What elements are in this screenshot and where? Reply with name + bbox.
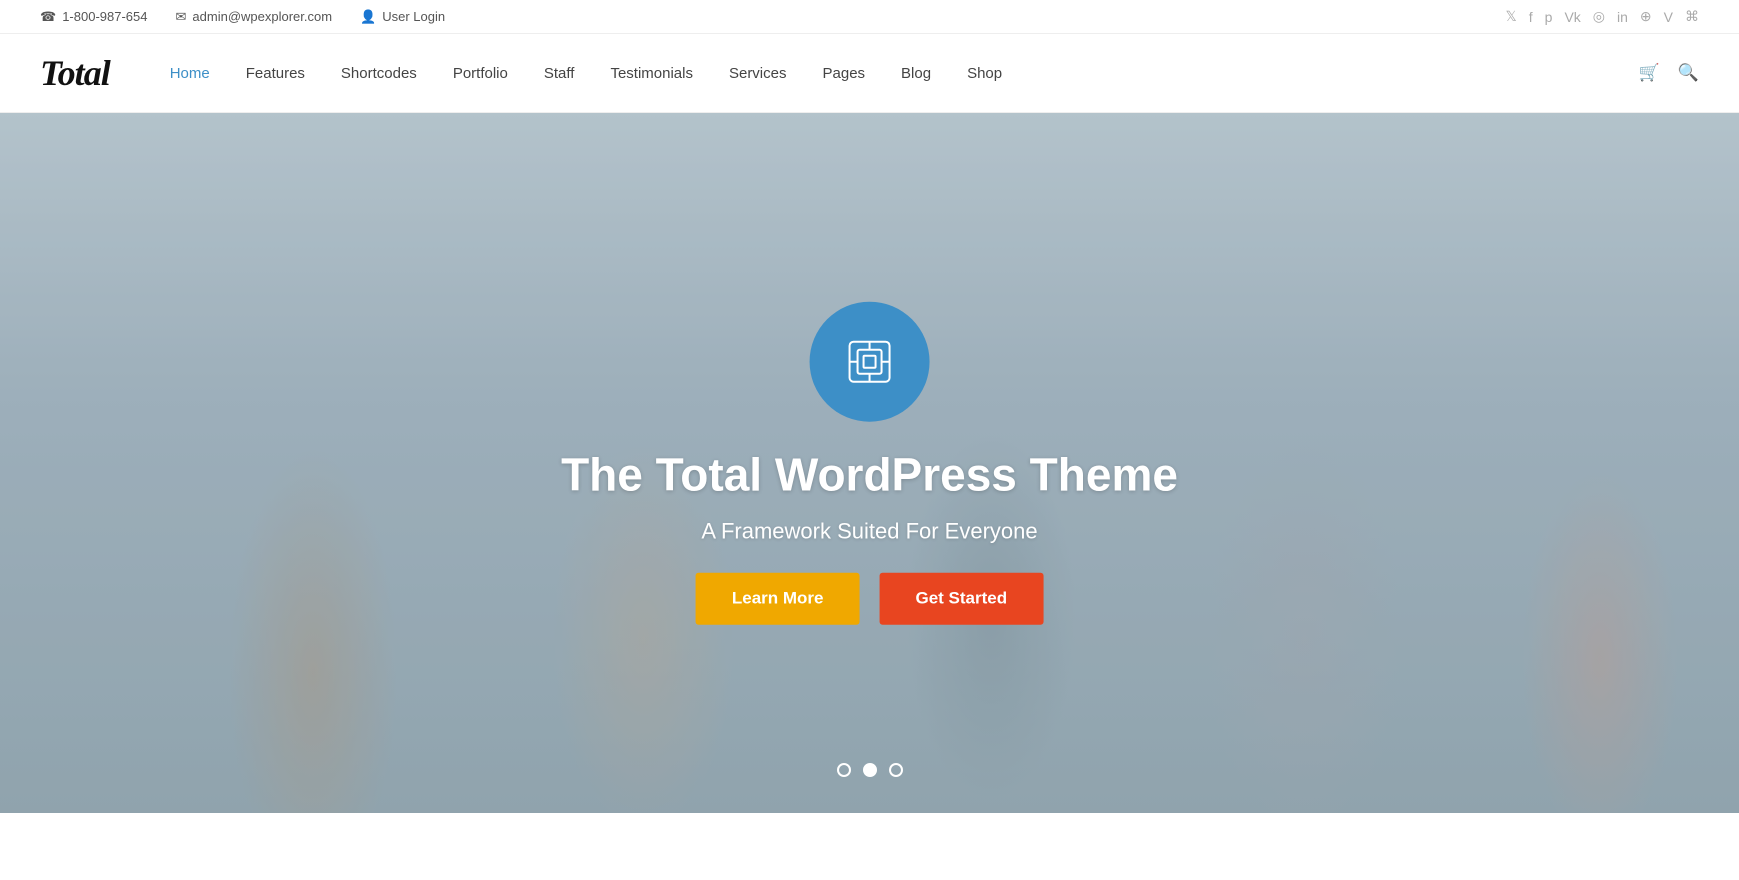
pinterest-icon[interactable]: p [1545,9,1553,25]
vimeo-icon[interactable]: V [1664,9,1673,25]
email-item: ✉ admin@wpexplorer.com [176,9,333,25]
cart-button[interactable]: 🛒 [1639,63,1660,83]
email-icon: ✉ [176,9,187,25]
phone-number: 1-800-987-654 [62,9,147,24]
facebook-icon[interactable]: f [1529,9,1533,25]
nav-portfolio[interactable]: Portfolio [453,65,508,82]
main-header: Total Home Features Shortcodes Portfolio… [0,34,1739,113]
nav-services[interactable]: Services [729,65,787,82]
user-icon: 👤 [360,9,376,25]
nav-utility-icons: 🛒 🔍 [1639,63,1699,83]
social-icons-bar: 𝕏 f p Vk ◎ in ⊕ V ⌘ [1505,8,1699,25]
hero-section: The Total WordPress Theme A Framework Su… [0,113,1739,813]
hero-content: The Total WordPress Theme A Framework Su… [561,302,1178,625]
hero-brand-icon [840,332,900,392]
nav-shortcodes[interactable]: Shortcodes [341,65,417,82]
main-nav: Home Features Shortcodes Portfolio Staff… [170,63,1699,83]
vk-icon[interactable]: Vk [1564,9,1580,25]
nav-shop[interactable]: Shop [967,65,1002,82]
nav-testimonials[interactable]: Testimonials [610,65,693,82]
rss-icon[interactable]: ⌘ [1685,8,1699,25]
hero-buttons: Learn More Get Started [696,572,1043,624]
learn-more-button[interactable]: Learn More [696,572,860,624]
slider-dot-3[interactable] [889,763,903,777]
get-started-button[interactable]: Get Started [880,572,1044,624]
slider-dots [837,763,903,777]
nav-staff[interactable]: Staff [544,65,575,82]
linkedin-icon[interactable]: in [1617,9,1628,25]
phone-icon: ☎ [40,9,56,25]
search-button[interactable]: 🔍 [1678,63,1699,83]
hero-subtitle: A Framework Suited For Everyone [701,518,1037,544]
nav-home[interactable]: Home [170,65,210,82]
top-bar: ☎ 1-800-987-654 ✉ admin@wpexplorer.com 👤… [0,0,1739,34]
top-bar-left: ☎ 1-800-987-654 ✉ admin@wpexplorer.com 👤… [40,9,445,25]
user-login-label: User Login [382,9,445,24]
slider-dot-1[interactable] [837,763,851,777]
hero-title: The Total WordPress Theme [561,450,1178,501]
twitter-icon[interactable]: 𝕏 [1505,8,1516,25]
flickr-icon[interactable]: ⊕ [1640,8,1652,25]
nav-blog[interactable]: Blog [901,65,931,82]
user-login-item[interactable]: 👤 User Login [360,9,445,25]
nav-pages[interactable]: Pages [823,65,866,82]
hero-logo-circle [810,302,930,422]
site-logo[interactable]: Total [40,52,110,94]
email-address: admin@wpexplorer.com [192,9,332,24]
slider-dot-2[interactable] [863,763,877,777]
phone-item: ☎ 1-800-987-654 [40,9,148,25]
nav-features[interactable]: Features [246,65,305,82]
instagram-icon[interactable]: ◎ [1593,8,1605,25]
